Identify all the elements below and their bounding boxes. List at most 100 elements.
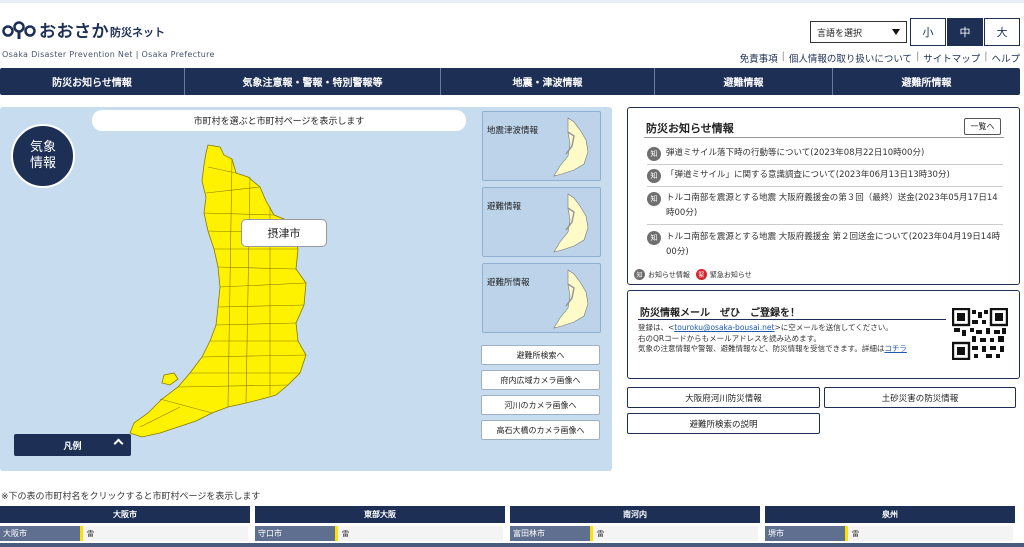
map-instruction-banner: 市町村を選ぶと市町村ページを表示します [92,110,466,131]
mini-map-icon [553,269,589,329]
mail-description: 登録は、<touroku@osaka-bousai.net>に空メールを送信して… [638,323,948,355]
dropdown-arrow-icon [892,29,900,35]
font-size-large-button[interactable]: 大 [984,18,1020,46]
info-badge: 知 [647,169,661,183]
details-link[interactable]: コチラ [884,344,907,353]
nav-weather-warnings[interactable]: 気象注意報・警報・特別警報等 [185,68,441,95]
top-strip [0,0,1024,3]
mail-line-2: 右のQRコードからもメールアドレスを読み込めます。 [638,333,821,343]
view-list-button[interactable]: 一覧へ [964,118,1001,135]
table-row: 守口市 雷 [255,526,503,541]
privacy-link[interactable]: 個人情報の取り扱いについて [789,51,912,65]
river-disaster-info-button[interactable]: 大阪府河川防災情報 [627,387,820,408]
help-link[interactable]: ヘルプ [991,51,1020,65]
region-header-minami-kawachi: 南河内 [510,506,760,523]
mini-map-icon [553,117,589,177]
legend-toggle-button[interactable]: 凡例 [14,434,131,456]
region-header-senshu: 泉州 [765,506,1015,523]
language-select[interactable]: 言語を選択 [810,21,907,43]
utility-links: 免責事項 | 個人情報の取り扱いについて | サイトマップ | ヘルプ [740,51,1020,65]
divider [644,137,1004,138]
divider [647,164,1003,165]
notice-legend: 知 お知らせ情報 緊 緊急お知らせ [634,269,752,280]
news-item[interactable]: 知 トルコ南部を震源とする地震 大阪府義援金 第２回送金について(2023年04… [647,230,1003,260]
font-size-small-button[interactable]: 小 [910,18,946,46]
mail-address-link[interactable]: touroku@osaka-bousai.net [674,323,774,332]
font-size-medium-button[interactable]: 中 [947,18,983,46]
urgent-legend-badge: 緊 [695,269,707,280]
site-logo[interactable]: おおさか 防災ネット [2,17,165,42]
badge-line-2: 情報 [29,156,56,171]
nav-earthquake-tsunami[interactable]: 地震・津波情報 [441,68,655,95]
hovered-city-label: 摂津市 [241,219,327,247]
warning-cell: 雷 [845,526,1013,541]
table-instruction: ※下の表の市町村名をクリックすると市町村ページを表示します [1,492,261,502]
table-row: 富田林市 雷 [510,526,758,541]
divider [647,186,1003,187]
logo-subtitle: 防災ネット [110,25,165,39]
legend-label: 凡例 [63,441,82,452]
separator: | [916,51,920,62]
municipality-link[interactable]: 富田林市 [510,526,590,541]
shelter-search-help-button[interactable]: 避難所検索の説明 [627,413,820,434]
mini-map-icon [553,193,589,253]
map-islet[interactable] [161,372,179,386]
osaka-mark-icon [2,20,36,39]
river-camera-button[interactable]: 河川のカメラ画像へ [481,395,600,415]
legend-urgent-label: 緊急お知らせ [709,270,752,279]
shelter-search-button[interactable]: 避難所検索へ [481,345,600,365]
municipality-link[interactable]: 守口市 [255,526,335,541]
separator: | [781,51,785,62]
news-text: トルコ南部を震源とする地震 大阪府義援金の第３回（最終）送金(2023年05月1… [666,193,998,218]
nav-shelter[interactable]: 避難所情報 [833,68,1020,95]
region-header-osaka-city: 大阪市 [0,506,250,523]
info-badge: 知 [647,147,661,161]
badge-line-1: 気象 [29,140,56,155]
news-item[interactable]: 知 弾道ミサイル落下時の行動等について(2023年08月22日10時00分) [647,146,1003,161]
weather-map-panel: 市町村を選ぶと市町村ページを表示します 気象 情報 摂津市 凡例 地震津波情報 避… [0,107,612,471]
nav-disaster-notice[interactable]: 防災お知らせ情報 [0,68,185,95]
thumb-label: 避難情報 [487,202,522,212]
news-item[interactable]: 知 トルコ南部を震源とする地震 大阪府義援金の第３回（最終）送金(2023年05… [647,191,1003,221]
main-nav: 防災お知らせ情報 気象注意報・警報・特別警報等 地震・津波情報 避難情報 避難所… [0,68,1020,95]
thumb-evacuation[interactable]: 避難情報 [482,187,601,257]
news-text: トルコ南部を震源とする地震 大阪府義援金 第２回送金について(2023年04月1… [666,232,1001,257]
disaster-notice-panel: 防災お知らせ情報 一覧へ 知 弾道ミサイル落下時の行動等について(2023年08… [627,107,1020,285]
map-region[interactable] [129,144,307,438]
mail-text-before: 登録は、< [638,323,675,332]
logo-english: Osaka Disaster Prevention Net | Osaka Pr… [2,50,215,59]
municipality-link[interactable]: 堺市 [765,526,845,541]
landslide-info-button[interactable]: 土砂災害の防災情報 [824,387,1016,408]
takaishi-bridge-camera-button[interactable]: 高石大橋のカメラ画像へ [481,420,600,440]
qr-code-icon [952,308,1008,360]
warning-cell: 雷 [80,526,248,541]
thumb-label: 地震津波情報 [487,126,539,136]
divider [647,224,1003,225]
municipality-link[interactable]: 大阪市 [0,526,80,541]
wide-area-camera-button[interactable]: 府内広域カメラ画像へ [481,370,600,390]
thumb-shelter[interactable]: 避難所情報 [482,263,601,333]
warning-cell: 雷 [590,526,758,541]
info-legend-badge: 知 [634,269,645,280]
region-header-east-osaka: 東部大阪 [255,506,505,523]
thumb-label: 避難所情報 [487,278,530,288]
weather-info-badge: 気象 情報 [11,124,75,188]
disclaimer-link[interactable]: 免責事項 [740,51,778,65]
news-text: 弾道ミサイル落下時の行動等について(2023年08月22日10時00分) [666,148,925,158]
separator: | [984,51,988,62]
nav-evacuation[interactable]: 避難情報 [655,68,833,95]
news-text: 「弾道ミサイル」に関する意識調査について(2023年06月13日13時30分) [666,170,950,180]
news-item[interactable]: 知 「弾道ミサイル」に関する意識調査について(2023年06月13日13時30分… [647,168,1003,183]
chevron-up-icon [113,438,124,449]
language-select-label: 言語を選択 [817,28,863,39]
info-badge: 知 [647,192,661,206]
info-badge: 知 [647,231,661,245]
osaka-prefecture-map[interactable] [120,137,350,447]
legend-info-label: お知らせ情報 [648,270,690,279]
bottom-strip [0,543,1024,547]
table-row: 堺市 雷 [765,526,1013,541]
sitemap-link[interactable]: サイトマップ [923,51,980,65]
thumb-earthquake-tsunami[interactable]: 地震津波情報 [482,111,601,181]
mail-line-3: 気象の注意情報や警報、避難情報など、防災情報を受信できます。詳細は [638,344,885,353]
warning-cell: 雷 [335,526,503,541]
